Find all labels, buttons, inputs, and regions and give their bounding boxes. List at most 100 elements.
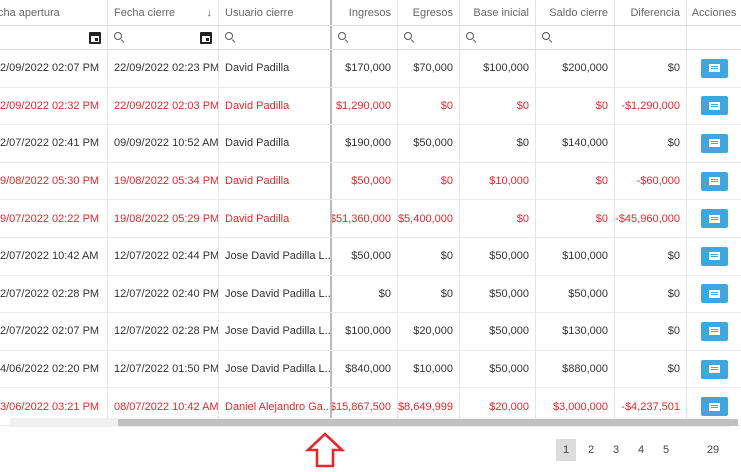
cell-fecha-cierre: 22/09/2022 02:23 PM	[108, 50, 219, 87]
table-row[interactable]: 2/09/2022 02:32 PM 22/09/2022 02:03 PM Dav…	[0, 87, 741, 126]
cell-usuario-cierre: Jose David Padilla L...	[219, 275, 332, 313]
filter-egresos[interactable]	[398, 26, 460, 49]
cell-usuario-cierre: David Padilla	[219, 200, 332, 237]
cell-fecha-apertura: 2/07/2022 02:07 PM	[0, 313, 108, 350]
cell-ingresos: $100,000	[332, 313, 398, 350]
filter-diferencia[interactable]	[615, 26, 687, 49]
cell-diferencia: $0	[615, 125, 687, 162]
calendar-icon[interactable]	[89, 31, 101, 44]
view-detail-button[interactable]	[700, 209, 728, 229]
sort-desc-icon: ↓	[206, 6, 213, 19]
cell-ingresos: $170,000	[332, 50, 398, 87]
document-icon	[708, 101, 720, 110]
page-button-3[interactable]: 3	[606, 439, 626, 461]
header-saldo-cierre[interactable]: Saldo cierre	[536, 0, 615, 25]
table-row[interactable]: 9/08/2022 05:30 PM 19/08/2022 05:34 PM Dav…	[0, 162, 741, 201]
grid-header-row: cha apertura Fecha cierre ↓ Usuario cier…	[0, 0, 741, 26]
search-icon	[466, 32, 477, 43]
cell-fecha-cierre: 19/08/2022 05:29 PM	[108, 200, 219, 237]
page-button-2[interactable]: 2	[581, 439, 601, 461]
header-egresos[interactable]: Egresos	[398, 0, 460, 25]
document-icon	[708, 177, 720, 186]
view-detail-button[interactable]	[700, 321, 728, 341]
cell-egresos: $0	[398, 162, 460, 200]
cell-fecha-apertura: 2/07/2022 02:41 PM	[0, 125, 108, 162]
cell-egresos: $0	[398, 87, 460, 125]
cell-base-inicial: $100,000	[460, 50, 536, 87]
view-detail-button[interactable]	[700, 133, 728, 153]
calendar-icon[interactable]	[200, 31, 212, 44]
cell-egresos: $0	[398, 238, 460, 275]
filter-saldo-cierre[interactable]	[536, 26, 615, 49]
search-icon	[404, 32, 415, 43]
view-detail-button[interactable]	[700, 359, 728, 379]
document-icon	[708, 327, 720, 336]
header-fecha-cierre-label: Fecha cierre	[114, 6, 176, 19]
page-button-5[interactable]: 5	[656, 439, 676, 461]
cell-egresos: $5,400,000	[398, 200, 460, 237]
cell-ingresos: $1,290,000	[332, 87, 398, 125]
cell-usuario-cierre: Jose David Padilla L...	[219, 350, 332, 388]
header-usuario-cierre[interactable]: Usuario cierre	[219, 0, 332, 25]
table-row[interactable]: 9/07/2022 02:22 PM 19/08/2022 05:29 PM Dav…	[0, 200, 741, 238]
cell-fecha-apertura: 2/09/2022 02:32 PM	[0, 87, 108, 125]
cell-fecha-apertura: 2/09/2022 02:07 PM	[0, 50, 108, 87]
cell-usuario-cierre: David Padilla	[219, 125, 332, 162]
document-icon	[708, 365, 720, 374]
view-detail-button[interactable]	[700, 58, 728, 78]
cell-usuario-cierre: David Padilla	[219, 87, 332, 125]
cell-ingresos: $50,000	[332, 238, 398, 275]
cell-diferencia: -$45,960,000	[615, 200, 687, 237]
page-button-1[interactable]: 1	[556, 439, 576, 461]
cell-fecha-cierre: 09/09/2022 10:52 AM	[108, 125, 219, 162]
cell-acciones	[687, 163, 741, 200]
horizontal-scrollbar[interactable]	[10, 418, 738, 427]
cell-egresos: $70,000	[398, 50, 460, 87]
header-fecha-cierre[interactable]: Fecha cierre ↓	[108, 0, 219, 25]
view-detail-button[interactable]	[700, 397, 728, 417]
view-detail-button[interactable]	[700, 284, 728, 304]
cell-fecha-apertura: 9/07/2022 02:22 PM	[0, 200, 108, 237]
cash-closings-grid: cha apertura Fecha cierre ↓ Usuario cier…	[0, 0, 741, 430]
filter-usuario-cierre[interactable]	[219, 26, 332, 49]
cell-fecha-cierre: 19/08/2022 05:34 PM	[108, 162, 219, 200]
cell-acciones	[687, 200, 741, 237]
cell-fecha-apertura: 4/06/2022 02:20 PM	[0, 350, 108, 388]
cell-diferencia: $0	[615, 275, 687, 313]
table-row[interactable]: 2/07/2022 10:42 AM 12/07/2022 02:44 PM Jos…	[0, 238, 741, 276]
table-row[interactable]: 4/06/2022 02:20 PM 12/07/2022 01:50 PM Jos…	[0, 350, 741, 389]
cell-fecha-cierre: 12/07/2022 02:44 PM	[108, 238, 219, 275]
cell-saldo-cierre: $0	[536, 200, 615, 237]
filter-ingresos[interactable]	[332, 26, 398, 49]
scrollbar-thumb[interactable]	[118, 419, 738, 426]
view-detail-button[interactable]	[700, 171, 728, 191]
annotation-up-arrow-icon	[305, 432, 345, 468]
table-row[interactable]: 2/07/2022 02:28 PM 12/07/2022 02:40 PM Jos…	[0, 275, 741, 314]
cell-base-inicial: $50,000	[460, 313, 536, 350]
cell-saldo-cierre: $880,000	[536, 350, 615, 388]
page-button-last[interactable]: 29	[703, 439, 723, 461]
document-icon	[708, 289, 720, 298]
filter-fecha-cierre[interactable]	[108, 26, 219, 49]
cell-ingresos: $190,000	[332, 125, 398, 162]
header-base-inicial[interactable]: Base inicial	[460, 0, 536, 25]
cell-base-inicial: $50,000	[460, 238, 536, 275]
filter-base-inicial[interactable]	[460, 26, 536, 49]
header-diferencia[interactable]: Diferencia	[615, 0, 687, 25]
table-row[interactable]: 2/07/2022 02:07 PM 12/07/2022 02:28 PM Jos…	[0, 313, 741, 351]
view-detail-button[interactable]	[700, 246, 728, 266]
cell-egresos: $0	[398, 275, 460, 313]
cell-fecha-cierre: 22/09/2022 02:03 PM	[108, 87, 219, 125]
filter-fecha-apertura[interactable]	[0, 26, 108, 49]
page-button-4[interactable]: 4	[631, 439, 651, 461]
header-fecha-apertura[interactable]: cha apertura	[0, 0, 108, 25]
cell-ingresos: $51,360,000	[332, 200, 398, 237]
view-detail-button[interactable]	[700, 96, 728, 116]
table-row[interactable]: 2/07/2022 02:41 PM 09/09/2022 10:52 AM Dav…	[0, 125, 741, 163]
table-row[interactable]: 2/09/2022 02:07 PM 22/09/2022 02:23 PM Dav…	[0, 50, 741, 88]
cell-fecha-cierre: 12/07/2022 01:50 PM	[108, 350, 219, 388]
cell-base-inicial: $0	[460, 87, 536, 125]
document-icon	[708, 139, 720, 148]
header-ingresos[interactable]: Ingresos	[332, 0, 398, 25]
filter-acciones	[687, 26, 741, 49]
